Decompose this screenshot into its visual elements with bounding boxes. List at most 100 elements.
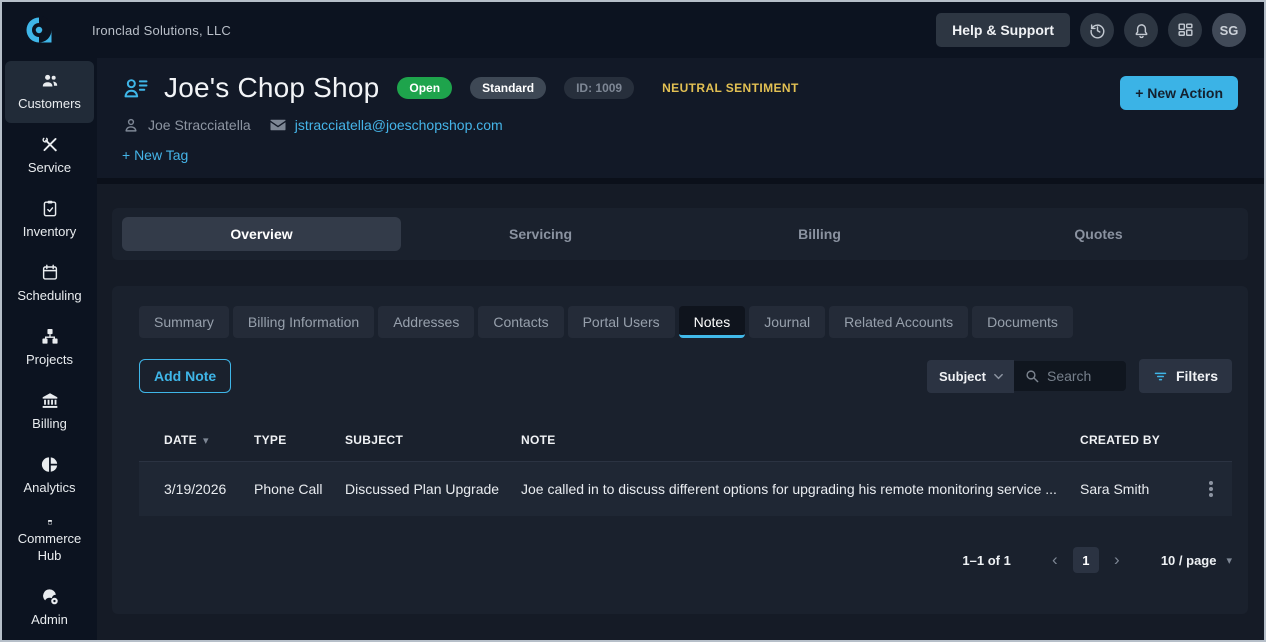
column-header-type: TYPE [254,433,287,447]
notes-card: Summary Billing Information Addresses Co… [112,286,1248,614]
search-icon [1026,370,1039,383]
customer-header: Joe's Chop Shop Open Standard ID: 1009 N… [97,58,1264,178]
new-tag-link[interactable]: + New Tag [122,147,188,163]
plan-badge: Standard [470,77,547,99]
tab-servicing[interactable]: Servicing [401,217,680,251]
sort-desc-icon[interactable]: ▾ [203,434,209,447]
subtab-addresses[interactable]: Addresses [378,306,475,338]
subtab-summary[interactable]: Summary [139,306,229,338]
search-box [1013,361,1126,391]
topbar-actions: Help & Support SG [936,13,1246,47]
kebab-icon [1209,487,1213,491]
sidebar-item-label: Billing [32,416,67,432]
subtab-journal[interactable]: Journal [749,306,826,338]
sidebar-item-commerce-hub[interactable]: Commerce Hub [5,509,94,575]
account-details-icon [124,79,148,98]
current-page-button[interactable]: 1 [1072,547,1099,573]
filter-icon [1154,372,1167,380]
history-icon [1089,23,1104,39]
sidebar-item-inventory[interactable]: Inventory [5,189,94,251]
billing-bank-icon [42,393,57,408]
help-support-button[interactable]: Help & Support [936,13,1070,47]
sidebar-item-projects[interactable]: Projects [5,317,94,379]
projects-sitemap-icon [41,328,58,344]
sidebar-item-customers[interactable]: Customers [5,61,94,123]
company-logo-icon [26,16,52,43]
contact-email-link[interactable]: jstracciatella@joeschopshop.com [295,117,503,133]
top-bar: Ironclad Solutions, LLC Help & Support S… [2,2,1264,58]
notifications-button[interactable] [1124,13,1158,47]
company-name: Ironclad Solutions, LLC [92,22,232,38]
subtab-documents[interactable]: Documents [972,306,1073,338]
primary-tabbar: Overview Servicing Billing Quotes [112,208,1248,260]
analytics-pie-icon [41,457,57,472]
sidebar-item-label: Customers [18,96,81,112]
subtab-contacts[interactable]: Contacts [478,306,564,338]
sidebar-item-label: Scheduling [17,288,82,304]
add-note-button[interactable]: Add Note [139,359,232,393]
subtab-billing-information[interactable]: Billing Information [232,306,375,338]
sidebar-item-scheduling[interactable]: Scheduling [5,253,94,315]
notes-controls: Add Note Subject Search Filters [139,359,1232,393]
user-avatar[interactable]: SG [1212,13,1246,47]
admin-user-gear-icon [42,589,58,605]
apps-grid-icon [1177,22,1193,36]
person-icon [125,118,137,132]
dropdown-arrow-icon: ▾ [1226,554,1232,567]
apps-button[interactable] [1168,13,1202,47]
cell-date: 3/19/2026 [164,481,227,497]
sidebar-item-label: Projects [26,352,73,368]
row-actions-menu-button[interactable] [1190,487,1232,491]
commerce-storefront-icon [47,520,52,525]
column-header-note: NOTE [521,433,556,447]
search-input[interactable] [1046,368,1117,384]
new-action-button[interactable]: + New Action [1120,76,1238,110]
sidebar-item-label: Inventory [22,224,77,240]
search-category-dropdown[interactable]: Subject [927,359,1014,393]
next-page-button[interactable]: › [1099,550,1135,570]
pagination: 1–1 of 1 ‹ 1 › 10 / page ▾ [139,547,1232,573]
sidebar-item-label: Analytics [23,480,76,496]
chevron-down-icon [994,373,1003,379]
subtab-related-accounts[interactable]: Related Accounts [829,306,969,338]
filters-button[interactable]: Filters [1138,359,1232,393]
sidebar-item-service[interactable]: Service [5,125,94,187]
cell-subject: Discussed Plan Upgrade [345,481,500,497]
pagination-range: 1–1 of 1 [962,552,1011,568]
sidebar-item-billing[interactable]: Billing [5,381,94,443]
email-icon [270,119,286,131]
sidebar-nav: Customers Service Inventory Scheduling P… [2,58,97,640]
cell-type: Phone Call [254,481,323,497]
subtab-portal-users[interactable]: Portal Users [567,306,675,338]
subtab-bar: Summary Billing Information Addresses Co… [139,306,1232,338]
history-button[interactable] [1080,13,1114,47]
tab-quotes[interactable]: Quotes [959,217,1238,251]
sidebar-item-analytics[interactable]: Analytics [5,445,94,507]
service-tools-icon [42,137,57,152]
cell-created-by: Sara Smith [1080,481,1150,497]
table-row[interactable]: 3/19/2026 Phone Call Discussed Plan Upgr… [139,461,1232,516]
status-badge: Open [397,77,453,99]
customers-icon [42,74,57,87]
sidebar-item-label: Admin [31,612,68,628]
bell-icon [1135,23,1147,38]
sidebar-item-label: Service [27,160,72,176]
main-content: Overview Servicing Billing Quotes Summar… [97,184,1264,640]
sidebar-item-admin[interactable]: Admin [5,577,94,639]
page-size-dropdown[interactable]: 10 / page ▾ [1161,553,1232,568]
column-header-created-by: CREATED BY [1080,433,1161,447]
app-window: Ironclad Solutions, LLC Help & Support S… [0,0,1266,642]
column-header-subject: SUBJECT [345,433,404,447]
cell-note: Joe called in to discuss different optio… [521,481,1057,497]
column-header-date[interactable]: DATE ▾ [164,433,254,447]
tab-overview[interactable]: Overview [122,217,401,251]
tab-billing[interactable]: Billing [680,217,959,251]
page-title: Joe's Chop Shop [164,72,380,103]
id-badge: ID: 1009 [564,77,635,99]
contact-name: Joe Stracciatella [148,117,251,133]
inventory-clipboard-icon [43,200,56,217]
previous-page-button[interactable]: ‹ [1037,550,1073,570]
subtab-notes[interactable]: Notes [678,306,746,338]
sidebar-item-label: Commerce Hub [17,531,82,564]
notes-table: DATE ▾ TYPE SUBJECT NOTE CREATED BY 3/19… [139,419,1232,516]
